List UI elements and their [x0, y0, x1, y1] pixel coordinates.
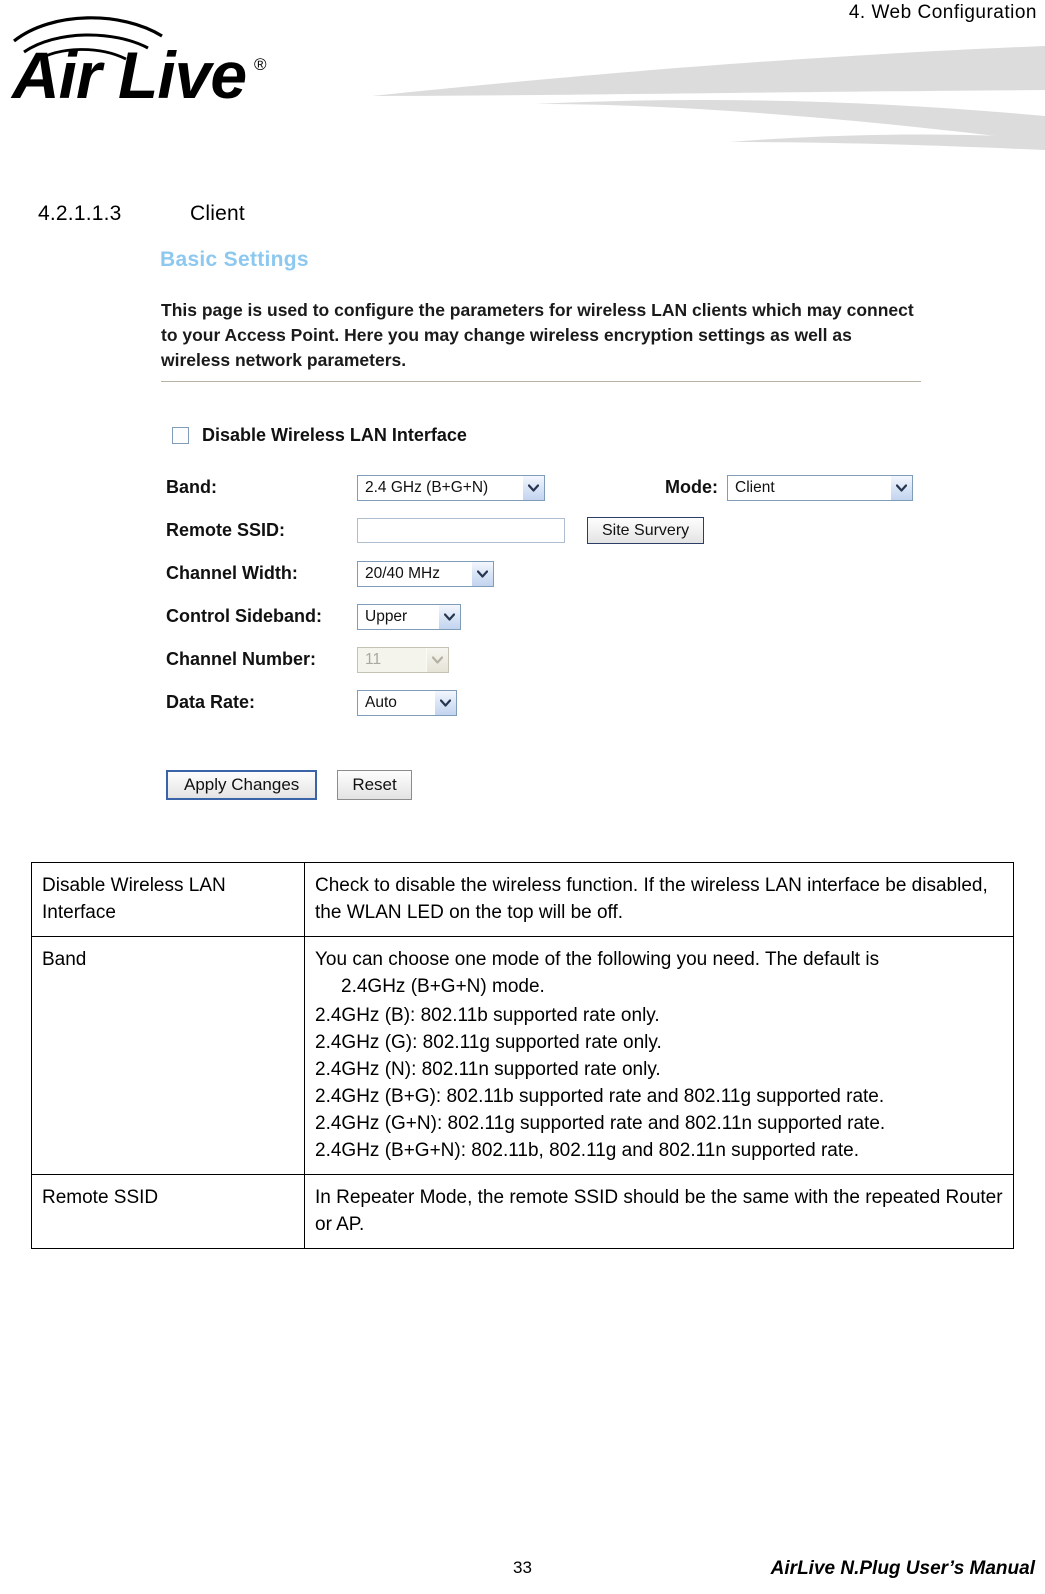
section-heading: 4.2.1.1.3 Client	[38, 202, 245, 226]
table-row: Disable Wireless LAN Interface Check to …	[31, 862, 1014, 937]
band-label: Band:	[166, 477, 217, 497]
section-number: 4.2.1.1.3	[38, 202, 122, 225]
row-channel-width: Channel Width: 20/40 MHz	[128, 552, 935, 595]
remote-ssid-label: Remote SSID:	[166, 520, 286, 540]
reset-button[interactable]: Reset	[337, 770, 412, 800]
chevron-down-icon[interactable]	[438, 604, 460, 629]
remote-ssid-input[interactable]	[357, 518, 565, 543]
channel-number-select-value: 11	[365, 650, 382, 668]
apply-changes-button[interactable]: Apply Changes	[166, 770, 318, 800]
band-mode-item: 2.4GHz (B+G): 802.11b supported rate and…	[315, 1086, 885, 1107]
svg-text:Air Live: Air Live	[10, 38, 246, 112]
mode-select-value: Client	[735, 478, 775, 496]
row-channel-number: Channel Number: 11	[128, 638, 935, 681]
disable-wireless-label: Disable Wireless LAN Interface	[202, 425, 467, 445]
row-remote-ssid: Remote SSID: Site Survery	[128, 509, 935, 552]
chevron-down-icon[interactable]	[434, 690, 456, 715]
form-actions: Apply Changes Reset	[166, 770, 412, 800]
svg-text:®: ®	[254, 55, 267, 74]
settings-form: Band: 2.4 GHz (B+G+N) Mode: Client Remot…	[128, 466, 935, 724]
running-header-title: 4. Web Configuration	[848, 2, 1037, 23]
row-band: Band: 2.4 GHz (B+G+N) Mode: Client	[128, 466, 935, 509]
webui-screenshot: Basic Settings This page is used to conf…	[128, 238, 935, 830]
channel-width-label: Channel Width:	[166, 563, 298, 583]
data-rate-select-value: Auto	[365, 693, 397, 711]
header-swoosh-graphic	[330, 38, 1045, 150]
table-cell-description: You can choose one mode of the following…	[304, 936, 1014, 1175]
airlive-logo: Air Live ®	[10, 14, 310, 114]
chevron-down-icon[interactable]	[890, 475, 912, 500]
channel-width-select[interactable]: 20/40 MHz	[357, 560, 494, 587]
page-description: This page is used to configure the param…	[161, 300, 914, 370]
band-mode-item: 2.4GHz (G): 802.11g supported rate only.	[315, 1032, 662, 1053]
band-select[interactable]: 2.4 GHz (B+G+N)	[357, 474, 545, 501]
chevron-down-icon[interactable]	[471, 561, 493, 586]
data-rate-label: Data Rate:	[166, 692, 256, 712]
channel-width-select-value: 20/40 MHz	[365, 564, 440, 582]
band-mode-item: 2.4GHz (B+G+N): 802.11b, 802.11g and 802…	[315, 1140, 859, 1161]
mode-label: Mode:	[665, 477, 718, 497]
divider	[161, 381, 921, 382]
disable-wireless-checkbox-row[interactable]: Disable Wireless LAN Interface	[172, 425, 467, 446]
page-footer: 33 AirLive N.Plug User’s Manual	[0, 1558, 1045, 1588]
band-default-mode: 2.4GHz (B+G+N) mode.	[341, 976, 545, 997]
channel-number-select: 11	[357, 646, 449, 673]
band-mode-item: 2.4GHz (B): 802.11b supported rate only.	[315, 1005, 660, 1026]
channel-number-label: Channel Number:	[166, 649, 317, 669]
site-survey-button[interactable]: Site Survery	[587, 517, 705, 544]
section-title: Client	[190, 202, 245, 225]
chevron-down-icon[interactable]	[522, 475, 544, 500]
mode-select[interactable]: Client	[727, 474, 913, 501]
table-cell-description: In Repeater Mode, the remote SSID should…	[304, 1174, 1014, 1249]
table-row: Band You can choose one mode of the foll…	[31, 936, 1014, 1175]
row-data-rate: Data Rate: Auto	[128, 681, 935, 724]
table-cell-description: Check to disable the wireless function. …	[304, 862, 1014, 937]
band-mode-item: 2.4GHz (N): 802.11n supported rate only.	[315, 1059, 661, 1080]
manual-title: AirLive N.Plug User’s Manual	[770, 1558, 1035, 1579]
table-row: Remote SSID In Repeater Mode, the remote…	[31, 1174, 1014, 1249]
data-rate-select[interactable]: Auto	[357, 689, 457, 716]
control-sideband-label: Control Sideband:	[166, 606, 322, 626]
page-title: Basic Settings	[160, 248, 309, 271]
band-intro: You can choose one mode of the following…	[315, 949, 880, 970]
table-cell-term: Remote SSID	[31, 1174, 305, 1249]
table-cell-term: Disable Wireless LAN Interface	[31, 862, 305, 937]
table-cell-term: Band	[31, 936, 305, 1175]
page-header: 4. Web Configuration Air Live ®	[0, 0, 1045, 150]
band-mode-list: 2.4GHz (B): 802.11b supported rate only.…	[315, 1002, 1003, 1164]
row-control-sideband: Control Sideband: Upper	[128, 595, 935, 638]
parameter-description-table: Disable Wireless LAN Interface Check to …	[31, 862, 1014, 1249]
chevron-down-icon	[426, 647, 448, 672]
control-sideband-select[interactable]: Upper	[357, 603, 461, 630]
band-mode-item: 2.4GHz (G+N): 802.11g supported rate and…	[315, 1113, 886, 1134]
control-sideband-select-value: Upper	[365, 607, 408, 625]
checkbox-icon[interactable]	[172, 427, 189, 444]
band-select-value: 2.4 GHz (B+G+N)	[365, 478, 489, 496]
